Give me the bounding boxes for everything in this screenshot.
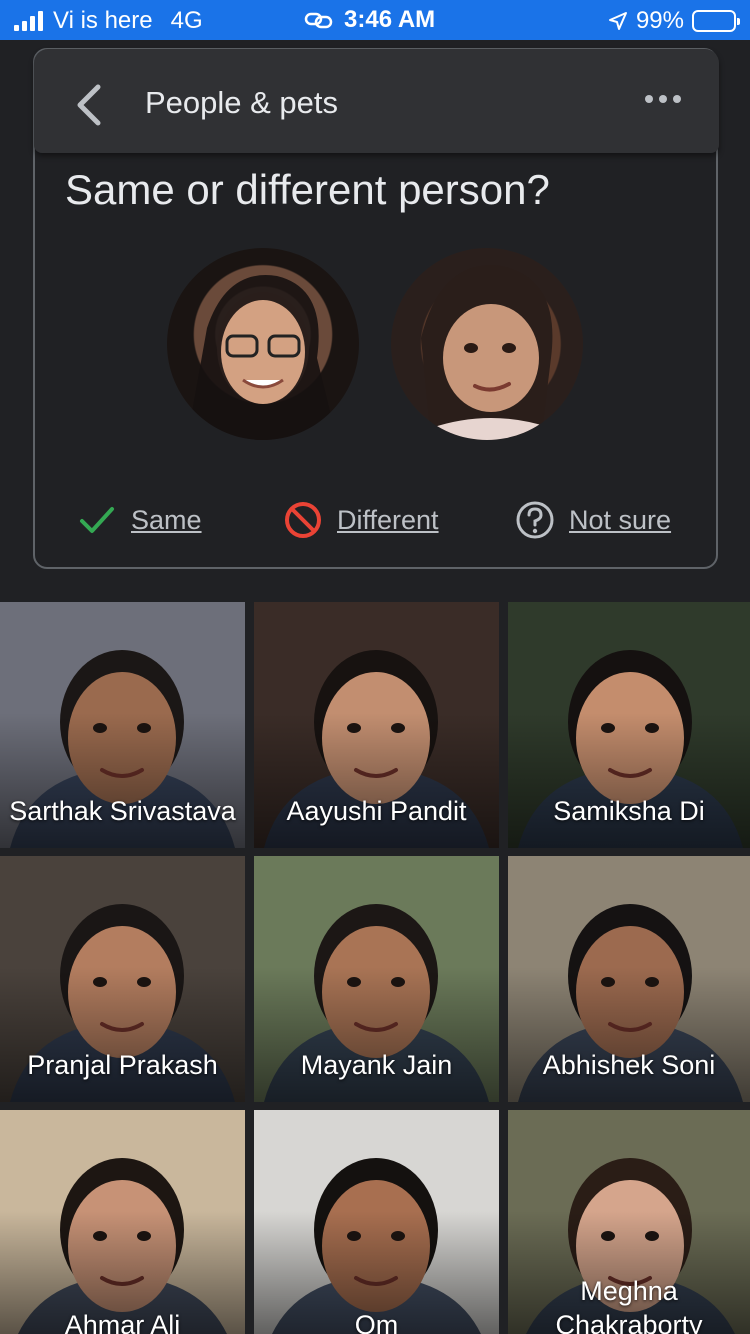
same-label: Same: [131, 504, 202, 535]
not-sure-label: Not sure: [569, 504, 672, 535]
person-photo-placeholder-icon: [421, 265, 553, 440]
status-bar: Vi is here 4G 3:46 AM 99%: [0, 0, 750, 40]
person-photo-placeholder-icon: [187, 275, 337, 440]
person-name: Meghna Chakraborty: [555, 1276, 703, 1334]
status-right: 99%: [608, 7, 740, 35]
person-tile[interactable]: Ahmar Ali: [0, 1110, 245, 1334]
status-left: Vi is here 4G: [14, 7, 203, 35]
person-tile[interactable]: Om: [254, 1110, 499, 1334]
person-tile[interactable]: Pranjal Prakash: [0, 856, 245, 1102]
status-center: 3:46 AM: [304, 6, 435, 34]
person-tile[interactable]: Aayushi Pandit: [254, 602, 499, 848]
check-icon: [80, 507, 114, 533]
battery-percent: 99%: [635, 7, 684, 34]
merge-actions: Same Different Not sure: [35, 500, 720, 550]
merge-suggestion-card: People & pets Same or different person?: [33, 48, 720, 569]
merge-question: Same or different person?: [65, 166, 550, 213]
person-name: Abhishek Soni: [542, 1050, 716, 1080]
not-sure-button[interactable]: Not sure: [515, 500, 671, 540]
different-label: Different: [337, 504, 439, 535]
carrier-name: Vi is here: [53, 7, 153, 34]
person-name: Samiksha Di: [553, 796, 705, 826]
person-name: Pranjal Prakash: [27, 1050, 218, 1080]
person-tile[interactable]: Samiksha Di: [508, 602, 750, 848]
network-type: 4G: [170, 7, 203, 34]
person-name: Om: [354, 1310, 399, 1334]
help-circle-icon: [516, 501, 554, 539]
person-name: Sarthak Srivastava: [9, 796, 236, 826]
app-header: People & pets: [34, 49, 719, 153]
person-tile[interactable]: Mayank Jain: [254, 856, 499, 1102]
person-name: Ahmar Ali: [64, 1310, 181, 1334]
person-tile[interactable]: Sarthak Srivastava: [0, 602, 245, 848]
face-thumbnail-first: [167, 248, 359, 440]
block-icon: [285, 502, 321, 538]
page-title: People & pets: [145, 85, 339, 120]
same-button[interactable]: Same: [77, 500, 202, 540]
more-options-icon[interactable]: [645, 95, 681, 103]
battery-icon: [692, 10, 740, 32]
cellular-signal-icon: [14, 11, 43, 31]
person-name: Aayushi Pandit: [286, 796, 467, 826]
person-tile[interactable]: Abhishek Soni: [508, 856, 750, 1102]
location-arrow-icon: [608, 12, 627, 30]
face-thumbnail-second: [391, 248, 583, 440]
different-button[interactable]: Different: [283, 500, 439, 540]
person-tile[interactable]: Meghna Chakraborty: [508, 1110, 750, 1334]
person-name: Mayank Jain: [300, 1050, 453, 1080]
back-arrow-icon[interactable]: [72, 83, 108, 127]
link-icon: [304, 12, 333, 29]
clock: 3:46 AM: [344, 6, 436, 33]
